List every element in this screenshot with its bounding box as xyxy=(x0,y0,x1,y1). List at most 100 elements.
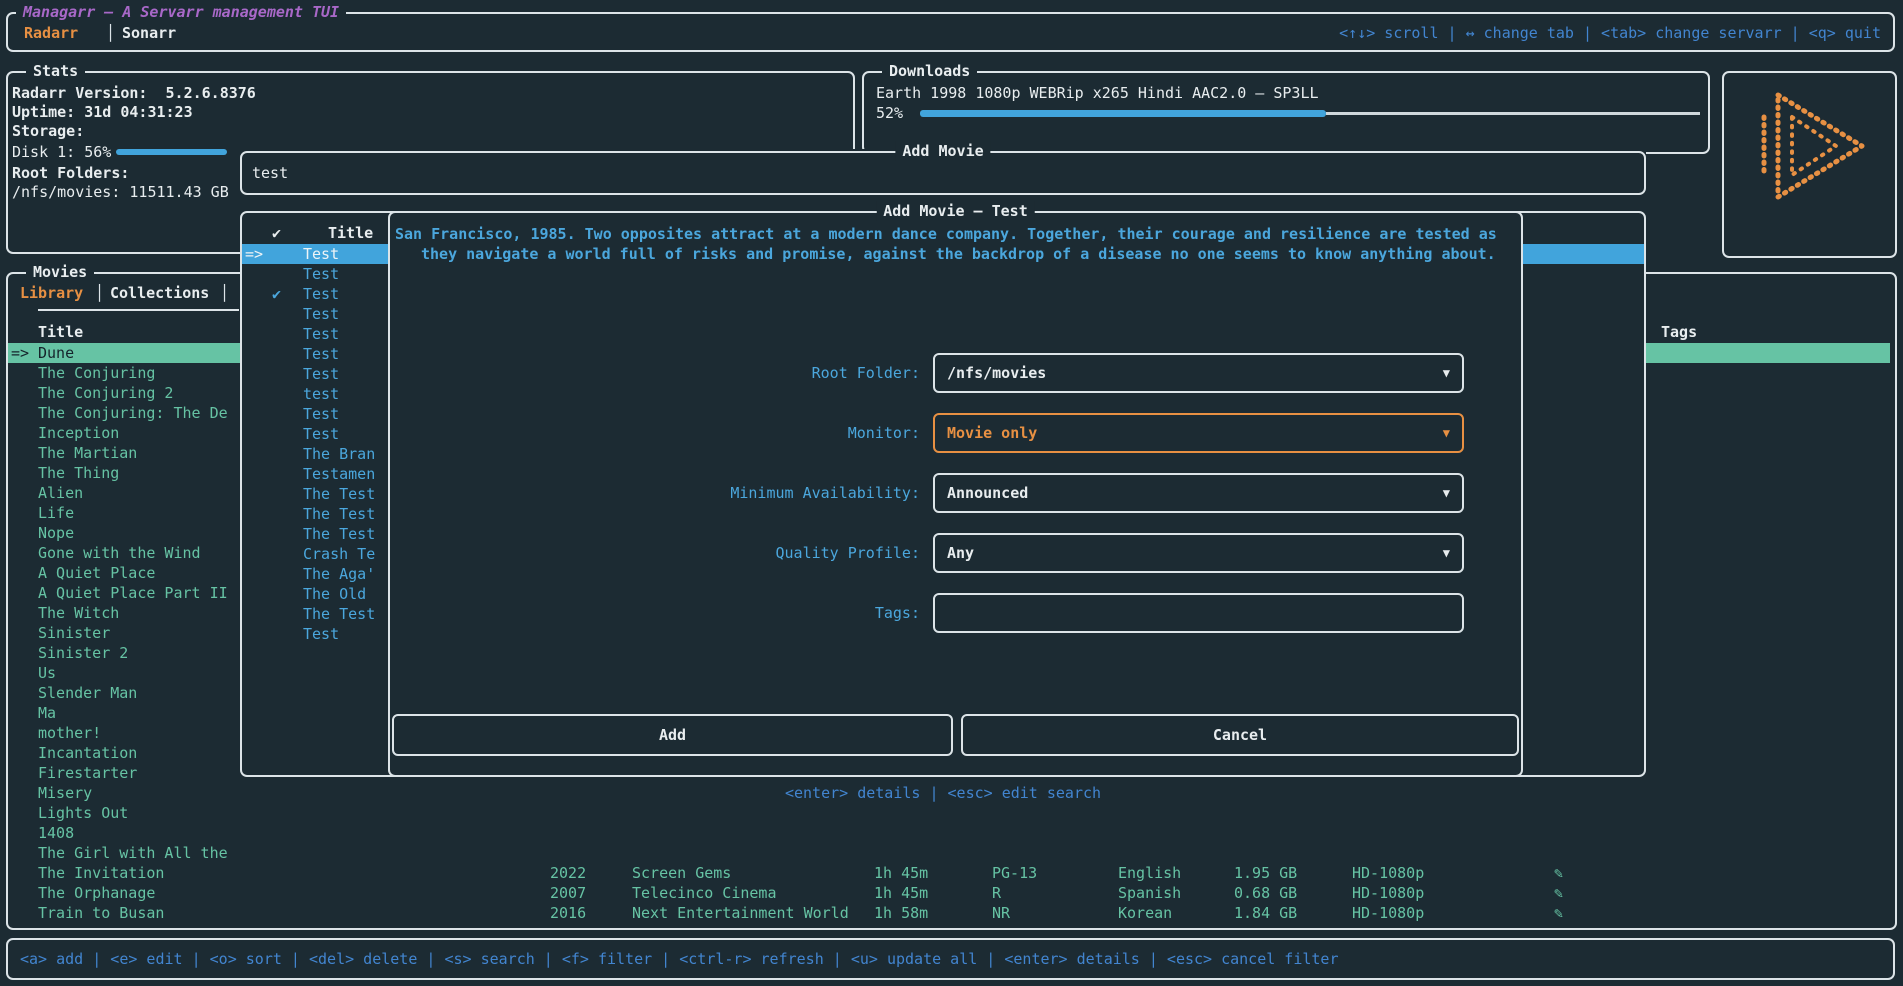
app-title: Managarr — A Servarr management TUI xyxy=(16,2,346,22)
movie-title: Life xyxy=(38,503,74,523)
radarr-version-label: Radarr Version: xyxy=(12,84,147,102)
selected-row-arrow: => xyxy=(245,244,263,264)
movie-language: Spanish xyxy=(1118,883,1181,903)
search-result-title: Test xyxy=(303,404,339,424)
managarr-play-logo-icon xyxy=(1750,87,1872,205)
movie-year: 2007 xyxy=(550,883,586,903)
add-movie-overlay: Add Movie test ✔ Title =>TestTest✔TestTe… xyxy=(240,149,1646,862)
search-result-title: Test xyxy=(303,324,339,344)
movie-quality: HD-1080p xyxy=(1352,863,1424,883)
search-result-title: The Old xyxy=(303,584,366,604)
movie-title: Alien xyxy=(38,483,83,503)
root-folder-value: /nfs/movies xyxy=(947,355,1046,391)
movie-size: 0.68 GB xyxy=(1234,883,1297,903)
movie-year: 2022 xyxy=(550,863,586,883)
movie-quality: HD-1080p xyxy=(1352,903,1424,923)
movie-certification: PG-13 xyxy=(992,863,1037,883)
movie-language: Korean xyxy=(1118,903,1172,923)
movie-row[interactable]: Train to Busan2016Next Entertainment Wor… xyxy=(8,903,1890,923)
monitor-label: Monitor: xyxy=(390,413,920,453)
movie-studio: Telecinco Cinema xyxy=(632,883,777,903)
quality-profile-label: Quality Profile: xyxy=(390,533,920,573)
movie-title: The Conjuring: The De xyxy=(38,403,228,423)
uptime-value: 31d 04:31:23 xyxy=(84,103,192,121)
tags-column-header: Tags xyxy=(1661,322,1697,342)
bottom-bar: <a> add | <e> edit | <o> sort | <del> de… xyxy=(6,938,1895,980)
search-result-title: Test xyxy=(303,344,339,364)
root-folder-value: /nfs/movies: 11511.43 GB xyxy=(12,182,229,202)
movie-title: Sinister 2 xyxy=(38,643,128,663)
minimum-availability-label: Minimum Availability: xyxy=(390,473,920,513)
tabs-underline xyxy=(38,309,239,311)
movie-title: Slender Man xyxy=(38,683,137,703)
movie-title: The Orphanage xyxy=(38,883,155,903)
search-result-title: Test xyxy=(303,284,339,304)
movie-runtime: 1h 58m xyxy=(874,903,928,923)
movie-title: The Invitation xyxy=(38,863,164,883)
movie-title: Sinister xyxy=(38,623,110,643)
cancel-button[interactable]: Cancel xyxy=(961,714,1519,756)
stats-panel-title: Stats xyxy=(26,61,85,81)
search-result-title: Test xyxy=(303,244,339,264)
movie-title: mother! xyxy=(38,723,101,743)
tab-collections[interactable]: Collections xyxy=(110,283,209,303)
uptime-line: Uptime: 31d 04:31:23 xyxy=(12,102,193,122)
tags-label: Tags: xyxy=(390,593,920,633)
tab-radarr[interactable]: Radarr xyxy=(24,23,78,43)
disk-usage-label: Disk 1: 56% xyxy=(12,142,111,162)
movie-size: 1.84 GB xyxy=(1234,903,1297,923)
add-movie-search-input[interactable]: test xyxy=(252,153,288,193)
add-movie-search-panel: Add Movie test xyxy=(240,151,1646,195)
table-keybindings-help: <a> add | <e> edit | <o> sort | <del> de… xyxy=(20,949,1339,969)
movies-panel-title: Movies xyxy=(26,262,94,282)
downloads-panel-title: Downloads xyxy=(882,61,977,81)
tab-sonarr[interactable]: Sonarr xyxy=(122,23,176,43)
add-button[interactable]: Add xyxy=(392,714,953,756)
quality-profile-dropdown[interactable]: Any ▼ xyxy=(933,533,1464,573)
movie-title: The Conjuring xyxy=(38,363,155,383)
movie-overview-line1: San Francisco, 1985. Two opposites attra… xyxy=(395,224,1497,244)
movie-certification: NR xyxy=(992,903,1010,923)
monitor-dropdown[interactable]: Movie only ▼ xyxy=(933,413,1464,453)
edit-pencil-icon[interactable]: ✎ xyxy=(1554,883,1563,903)
collections-tab-separator: │ xyxy=(220,283,229,303)
movie-overview-line2: they navigate a world full of risks and … xyxy=(421,244,1496,264)
movie-title: Incantation xyxy=(38,743,137,763)
movie-row[interactable]: The Invitation2022Screen Gems1h 45mPG-13… xyxy=(8,863,1890,883)
monitor-value: Movie only xyxy=(947,415,1037,451)
root-folder-label: Root Folder: xyxy=(390,353,920,393)
movie-size: 1.95 GB xyxy=(1234,863,1297,883)
movie-title: The Witch xyxy=(38,603,119,623)
tab-library[interactable]: Library xyxy=(20,283,83,303)
search-result-title: Testamen xyxy=(303,464,375,484)
root-folder-dropdown[interactable]: /nfs/movies ▼ xyxy=(933,353,1464,393)
storage-label: Storage: xyxy=(12,121,84,141)
minimum-availability-dropdown[interactable]: Announced ▼ xyxy=(933,473,1464,513)
root-folders-label: Root Folders: xyxy=(12,163,129,183)
movie-runtime: 1h 45m xyxy=(874,883,928,903)
edit-pencil-icon[interactable]: ✎ xyxy=(1554,903,1563,923)
movie-quality: HD-1080p xyxy=(1352,883,1424,903)
tags-input[interactable] xyxy=(933,593,1464,633)
dropdown-arrow-icon: ▼ xyxy=(1443,415,1450,451)
library-tab-separator: │ xyxy=(95,283,104,303)
search-result-title: The Test xyxy=(303,604,375,624)
search-result-title: The Bran xyxy=(303,444,375,464)
edit-pencil-icon[interactable]: ✎ xyxy=(1554,863,1563,883)
movie-title: Gone with the Wind xyxy=(38,543,201,563)
radarr-version-line: Radarr Version: 5.2.6.8376 xyxy=(12,83,256,103)
search-result-title: The Aga' xyxy=(303,564,375,584)
search-result-title: Test xyxy=(303,364,339,384)
movie-title: The Girl with All the xyxy=(38,843,228,863)
movie-title: Ma xyxy=(38,703,56,723)
minimum-availability-value: Announced xyxy=(947,475,1028,511)
dropdown-arrow-icon: ▼ xyxy=(1443,475,1450,511)
movie-row[interactable]: The Orphanage2007Telecinco Cinema1h 45mR… xyxy=(8,883,1890,903)
movie-title: 1408 xyxy=(38,823,74,843)
movie-title: Nope xyxy=(38,523,74,543)
results-check-column-header: ✔ xyxy=(272,223,281,243)
radarr-version-value: 5.2.6.8376 xyxy=(166,84,256,102)
movie-title: Dune xyxy=(38,343,74,363)
quality-profile-value: Any xyxy=(947,535,974,571)
search-result-title: Test xyxy=(303,264,339,284)
